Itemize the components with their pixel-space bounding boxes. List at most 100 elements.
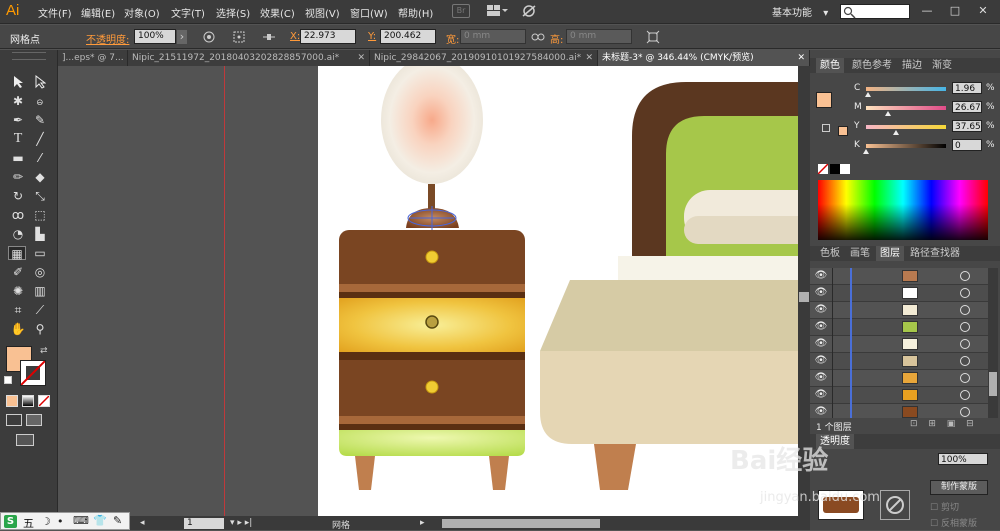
default-colors-icon[interactable] <box>4 376 12 384</box>
status-menu-icon[interactable]: ▸ <box>420 518 425 528</box>
lock-column[interactable] <box>832 387 833 404</box>
vertical-scroll-thumb[interactable] <box>799 292 809 302</box>
sync-icon[interactable] <box>520 4 538 18</box>
minimize-button[interactable]: — <box>918 4 936 18</box>
x-input[interactable]: 22.973 <box>300 29 356 44</box>
tab-document-active[interactable]: 未标题-3* @ 346.44% (CMYK/预览) ✕ <box>598 50 810 66</box>
menu-effect[interactable]: 效果(C) <box>260 5 295 20</box>
channel-k-input[interactable]: 0 <box>952 139 982 151</box>
channel-k-thumb[interactable] <box>863 149 869 154</box>
toolbox-grip[interactable] <box>12 52 46 60</box>
y-input[interactable]: 200.462 <box>380 29 436 44</box>
y-label[interactable]: Y: <box>368 31 376 42</box>
symbol-sprayer-icon[interactable]: ✺ <box>10 284 26 298</box>
eye-icon[interactable]: 👁 <box>814 390 828 400</box>
eye-icon[interactable]: 👁 <box>814 373 828 383</box>
layer-row[interactable]: 👁 <box>810 370 988 387</box>
artboard[interactable] <box>318 66 798 516</box>
black-swatch[interactable] <box>830 164 840 174</box>
page-nav-icons[interactable]: ▾ ▸ ▸| <box>230 518 252 528</box>
paintbrush-icon[interactable]: ⁄ <box>32 151 48 165</box>
zoom-page-input[interactable]: 1 <box>184 518 224 529</box>
mesh-tool-icon[interactable]: ▦ <box>8 246 26 261</box>
color-panel-stroke[interactable] <box>822 124 830 132</box>
eye-icon[interactable]: 👁 <box>814 407 828 417</box>
layer-row[interactable]: 👁 <box>810 302 988 319</box>
width-input[interactable]: 0 mm <box>460 29 526 44</box>
layer-row[interactable]: 👁 <box>810 387 988 404</box>
tab-brushes[interactable]: 画笔 <box>846 246 874 261</box>
arrange-documents-icon[interactable] <box>486 4 508 18</box>
target-icon[interactable] <box>960 373 970 383</box>
close-button[interactable]: ✕ <box>974 4 992 18</box>
curvature-tool-icon[interactable]: ✎ <box>32 113 48 127</box>
target-icon[interactable] <box>960 305 970 315</box>
hand-tool-icon[interactable]: ✋ <box>10 322 26 336</box>
layer-row[interactable]: 👁 <box>810 404 988 418</box>
layer-row[interactable]: 👁 <box>810 319 988 336</box>
selection-tool-icon[interactable] <box>10 75 26 89</box>
gradient-tool-icon[interactable]: ▭ <box>32 246 48 260</box>
lock-column[interactable] <box>832 319 833 336</box>
artwork-illustration[interactable] <box>318 66 798 516</box>
target-icon[interactable] <box>960 339 970 349</box>
eye-icon[interactable]: 👁 <box>814 356 828 366</box>
menu-edit[interactable]: 编辑(E) <box>81 5 115 20</box>
layer-row[interactable]: 👁 <box>810 353 988 370</box>
channel-m-slider[interactable] <box>866 106 946 110</box>
tab-document-3[interactable]: Nipic_29842067_20190910101927584000.ai* ✕ <box>370 50 598 66</box>
layer-row[interactable]: 👁 <box>810 336 988 353</box>
lasso-icon[interactable]: ဓ <box>32 94 48 108</box>
shape-builder-icon[interactable]: ◔ <box>10 227 26 241</box>
tool-icon[interactable]: ✎ <box>113 514 122 527</box>
layers-scroll-thumb[interactable] <box>989 372 997 396</box>
lock-column[interactable] <box>832 404 833 418</box>
channel-c-input[interactable]: 1.96 <box>952 82 982 94</box>
close-icon[interactable]: ✕ <box>357 50 365 66</box>
channel-c-thumb[interactable] <box>864 92 871 97</box>
color-panel-fill[interactable] <box>816 92 832 108</box>
graph-tool-icon[interactable]: ▥ <box>32 284 48 298</box>
clip-checkbox[interactable]: ☐ 剪切 <box>930 500 959 513</box>
eye-icon[interactable]: 👁 <box>814 271 828 281</box>
stroke-color-swatch[interactable] <box>20 360 46 386</box>
chevron-right-icon[interactable]: › <box>177 30 187 44</box>
eraser-icon[interactable]: ◆ <box>32 170 48 184</box>
layer-row[interactable]: 👁 <box>810 268 988 285</box>
rectangle-tool-icon[interactable]: ▬ <box>10 151 26 165</box>
target-icon[interactable] <box>960 356 970 366</box>
tab-pathfinder[interactable]: 路径查找器 <box>906 246 964 261</box>
warp-tool-icon[interactable]: ꝏ <box>10 208 26 222</box>
x-label[interactable]: X: <box>290 31 300 42</box>
maximize-button[interactable]: □ <box>946 4 964 18</box>
menu-type[interactable]: 文字(T) <box>171 5 205 20</box>
menu-view[interactable]: 视图(V) <box>305 5 340 20</box>
keyboard-icon[interactable]: ⌨ <box>73 514 89 527</box>
close-icon[interactable]: ✕ <box>797 50 805 66</box>
horizontal-scroll-thumb[interactable] <box>442 519 600 528</box>
channel-c-slider[interactable] <box>866 87 946 91</box>
magic-wand-icon[interactable]: ✱ <box>10 94 26 108</box>
type-tool-icon[interactable]: T <box>10 132 26 146</box>
tab-layers[interactable]: 图层 <box>876 246 904 261</box>
zoom-tool-icon[interactable]: ⚲ <box>32 322 48 336</box>
line-tool-icon[interactable]: ╱ <box>32 132 48 146</box>
draw-behind-icon[interactable] <box>26 414 42 426</box>
eye-icon[interactable]: 👁 <box>814 322 828 332</box>
layer-row[interactable]: 👁 <box>810 285 988 302</box>
lock-column[interactable] <box>832 336 833 353</box>
pencil-tool-icon[interactable]: ✏ <box>10 170 26 184</box>
bridge-icon[interactable]: Br <box>452 4 470 18</box>
free-transform-icon[interactable]: ⬚ <box>32 208 48 222</box>
tab-document-1[interactable]: ]...eps* @ 7... <box>58 50 128 66</box>
tab-stroke[interactable]: 描边 <box>898 58 926 73</box>
none-mode-icon[interactable] <box>38 395 50 407</box>
align-icon[interactable] <box>262 30 276 44</box>
color-mode-icon[interactable] <box>6 395 18 407</box>
out-of-gamut-swatch[interactable] <box>838 126 848 136</box>
rotate-tool-icon[interactable]: ↻ <box>10 189 26 203</box>
layers-scrollbar[interactable] <box>988 268 998 418</box>
none-swatch[interactable] <box>817 163 829 175</box>
invert-mask-checkbox[interactable]: ☐ 反相蒙版 <box>930 516 977 529</box>
ime-logo[interactable]: S <box>4 515 17 528</box>
